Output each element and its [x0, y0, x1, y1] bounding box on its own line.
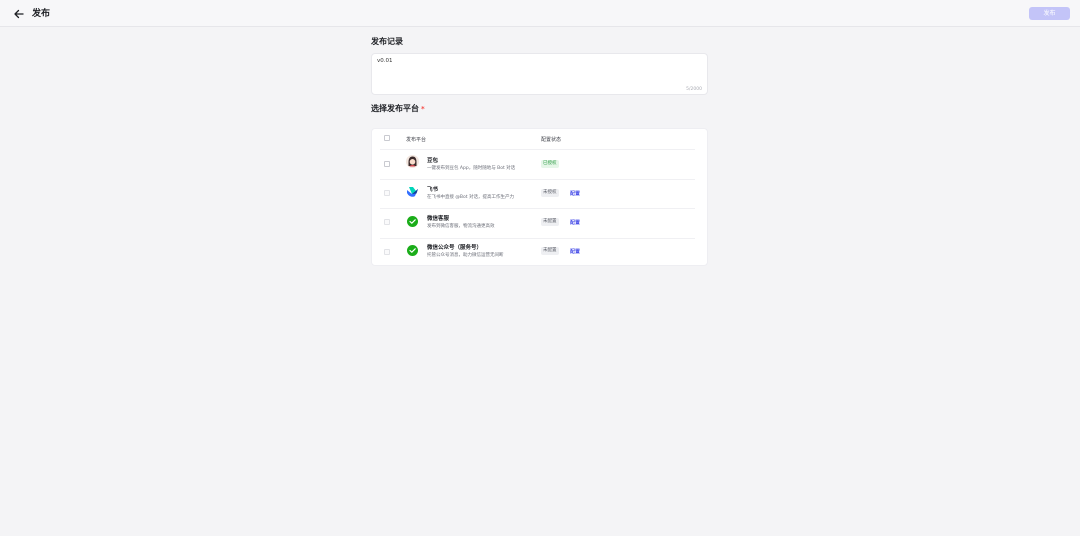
back-arrow-icon[interactable] — [13, 8, 25, 20]
publish-button[interactable]: 发布 — [1029, 7, 1070, 20]
char-counter: 5/2000 — [686, 87, 702, 92]
table-row: 豆包 一键发布到豆包 App，随时随地与 Bot 对话 已授权 — [372, 150, 707, 179]
page-title: 发布 — [32, 9, 51, 19]
table-row: 微信客服 发布到微信客服，物流沟通更高效 未配置 配置 — [372, 209, 707, 238]
configure-link[interactable]: 配置 — [570, 219, 580, 226]
configure-link[interactable]: 配置 — [570, 248, 580, 255]
status-badge: 未授权 — [541, 189, 559, 197]
platform-name: 微信客服 — [427, 216, 450, 222]
platform-section-label: 选择发布平台 — [371, 104, 419, 113]
status-badge: 未配置 — [541, 247, 559, 255]
wechat-logo-icon — [407, 245, 418, 256]
feishu-logo-icon — [407, 187, 418, 197]
platform-desc: 一键发布到豆包 App，随时随地与 Bot 对话 — [427, 166, 516, 171]
status-badge: 未配置 — [541, 218, 559, 226]
wechat-logo-icon — [407, 216, 418, 227]
table-header: 发布平台 配置状态 — [372, 129, 707, 149]
row-checkbox[interactable] — [384, 249, 390, 255]
doubao-logo-icon — [406, 155, 419, 168]
row-checkbox[interactable] — [384, 219, 390, 225]
top-bar: 发布 发布 — [0, 0, 1080, 27]
col-header-platform: 发布平台 — [406, 137, 427, 143]
platform-name: 微信公众号（服务号） — [427, 245, 483, 251]
platform-desc: 发布到微信客服，物流沟通更高效 — [427, 224, 495, 229]
record-value: v0.01 — [377, 58, 393, 64]
platform-name: 飞书 — [427, 187, 439, 193]
record-section-title: 发布记录 — [371, 37, 403, 46]
platform-desc: 托管公众号消息，助力微信运营无间断 — [427, 253, 504, 258]
publish-record-textarea[interactable]: v0.01 5/2000 — [371, 53, 708, 95]
platform-section-title: 选择发布平台 * — [371, 103, 425, 115]
col-header-status: 配置状态 — [541, 137, 562, 143]
configure-link[interactable]: 配置 — [570, 190, 580, 197]
platform-desc: 在飞书中直接 @Bot 对话，提高工作生产力 — [427, 195, 514, 200]
select-all-checkbox[interactable] — [384, 135, 390, 141]
platform-table: 发布平台 配置状态 豆包 一键发布到豆包 App，随时随地与 Bot 对话 已授… — [371, 128, 708, 266]
platform-name: 豆包 — [427, 158, 439, 164]
required-mark: * — [421, 105, 425, 113]
table-row: 微信公众号（服务号） 托管公众号消息，助力微信运营无间断 未配置 配置 — [372, 239, 707, 268]
row-checkbox[interactable] — [384, 190, 390, 196]
row-checkbox[interactable] — [384, 161, 390, 167]
table-row: 飞书 在飞书中直接 @Bot 对话，提高工作生产力 未授权 配置 — [372, 180, 707, 209]
status-badge: 已授权 — [541, 160, 559, 168]
